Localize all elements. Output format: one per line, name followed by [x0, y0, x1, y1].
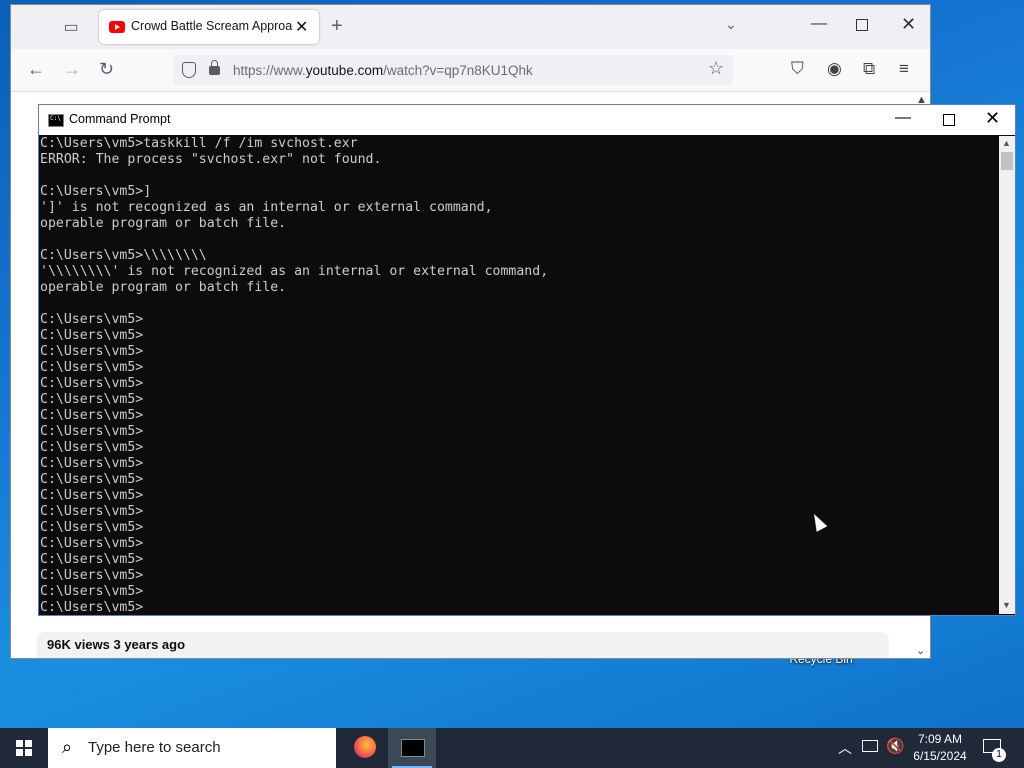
chevron-down-icon[interactable]: ⌄: [725, 16, 737, 33]
minimize-button[interactable]: —: [811, 15, 827, 33]
console-line: C:\Users\vm5>: [40, 600, 144, 614]
menu-icon[interactable]: ≡: [899, 59, 909, 79]
console-line: C:\Users\vm5>: [40, 504, 144, 519]
new-tab-button[interactable]: +: [331, 15, 343, 38]
console-line: C:\Users\vm5>: [40, 456, 144, 471]
console-line: C:\Users\vm5>]: [40, 184, 152, 199]
account-icon[interactable]: ◉: [827, 59, 842, 79]
console-line: C:\Users\vm5>: [40, 488, 144, 503]
console-line: C:\Users\vm5>: [40, 552, 144, 567]
navigation-bar: ← → ↻ https://www.youtube.com/watch?v=qp…: [11, 49, 930, 92]
cmd-scrollbar[interactable]: ▲ ▼: [999, 136, 1015, 614]
tab-list-icon[interactable]: ▭: [61, 17, 81, 37]
forward-icon[interactable]: →: [63, 59, 81, 80]
console-line: C:\Users\vm5>: [40, 472, 144, 487]
scroll-down-icon[interactable]: ⌄: [916, 644, 925, 657]
cmd-icon: [401, 739, 425, 757]
windows-logo-icon: [16, 740, 32, 756]
taskbar-firefox[interactable]: [340, 728, 388, 768]
pocket-icon[interactable]: ⛉: [791, 59, 804, 79]
close-button[interactable]: ✕: [901, 14, 916, 35]
cmd-window-title: Command Prompt: [69, 112, 171, 126]
maximize-button[interactable]: [856, 19, 868, 31]
console-line: C:\Users\vm5>: [40, 408, 144, 423]
console-output[interactable]: C:\Users\vm5>taskkill /f /im svchost.exr…: [40, 136, 998, 614]
console-line: operable program or batch file.: [40, 216, 287, 231]
cmd-maximize-button[interactable]: [943, 114, 955, 126]
chevron-up-icon[interactable]: ︿: [838, 738, 852, 758]
cmd-titlebar[interactable]: Command Prompt — ✕: [39, 105, 1015, 135]
clock-date: 6/15/2024: [913, 749, 967, 763]
console-line: C:\Users\vm5>: [40, 424, 144, 439]
extensions-icon[interactable]: ⧉: [863, 59, 875, 79]
youtube-icon: [109, 21, 125, 33]
lock-icon[interactable]: [209, 60, 220, 75]
firefox-icon: [354, 736, 376, 758]
bookmark-star-icon[interactable]: ☆: [708, 58, 724, 79]
console-line: C:\Users\vm5>: [40, 568, 144, 583]
console-line: '\\\\\\\\' is not recognized as an inter…: [40, 264, 549, 279]
console-line: C:\Users\vm5>: [40, 584, 144, 599]
console-line: C:\Users\vm5>: [40, 392, 144, 407]
taskbar: ⌕ Type here to search ︿ 🔇 7:09 AM 6/15/2…: [0, 728, 1024, 768]
search-icon: ⌕: [62, 737, 73, 757]
console-line: operable program or batch file.: [40, 280, 287, 295]
search-placeholder: Type here to search: [88, 739, 221, 756]
console-line: C:\Users\vm5>taskkill /f /im svchost.exr: [40, 136, 358, 151]
console-line: C:\Users\vm5>: [40, 520, 144, 535]
console-line: ']' is not recognized as an internal or …: [40, 200, 493, 215]
console-line: C:\Users\vm5>: [40, 360, 144, 375]
console-line: C:\Users\vm5>: [40, 344, 144, 359]
tab-close-icon[interactable]: ✕: [295, 17, 308, 37]
tab-strip: ▭ Crowd Battle Scream Approach ✕ + ⌄ — ✕: [11, 5, 930, 49]
clock[interactable]: 7:09 AM 6/15/2024: [908, 731, 972, 765]
volume-muted-icon[interactable]: 🔇: [886, 737, 905, 755]
notification-badge: 1: [992, 748, 1006, 762]
taskbar-command-prompt[interactable]: [388, 728, 436, 768]
start-button[interactable]: [0, 728, 48, 768]
console-line: C:\Users\vm5>: [40, 312, 144, 327]
url-bar[interactable]: https://www.youtube.com/watch?v=qp7n8KU1…: [173, 55, 733, 85]
console-line: C:\Users\vm5>\\\\\\\\: [40, 248, 207, 263]
tab-title: Crowd Battle Scream Approach: [131, 19, 293, 33]
console-line: C:\Users\vm5>: [40, 376, 144, 391]
views-count: 96K views 3 years ago: [47, 637, 186, 652]
url-text[interactable]: https://www.youtube.com/watch?v=qp7n8KU1…: [233, 63, 533, 78]
cmd-app-icon: [48, 114, 64, 127]
tab-youtube[interactable]: Crowd Battle Scream Approach ✕: [99, 10, 319, 44]
scroll-up-icon[interactable]: ▲: [1002, 138, 1011, 148]
console-line: ERROR: The process "svchost.exr" not fou…: [40, 152, 382, 167]
scroll-thumb[interactable]: [1001, 152, 1013, 170]
cmd-close-button[interactable]: ✕: [985, 108, 1000, 129]
cmd-minimize-button[interactable]: —: [895, 109, 911, 127]
network-icon[interactable]: [862, 740, 878, 752]
scroll-down-icon[interactable]: ▼: [1002, 600, 1011, 610]
back-icon[interactable]: ←: [27, 59, 45, 80]
console-line: C:\Users\vm5>: [40, 440, 144, 455]
reload-icon[interactable]: ↻: [99, 59, 114, 80]
clock-time: 7:09 AM: [917, 732, 963, 746]
shield-icon[interactable]: [182, 62, 196, 78]
command-prompt-window: Command Prompt — ✕ C:\Users\vm5>taskkill…: [38, 104, 1016, 616]
console-line: C:\Users\vm5>: [40, 536, 144, 551]
taskbar-search-box[interactable]: ⌕ Type here to search: [48, 728, 336, 768]
console-line: C:\Users\vm5>: [40, 328, 144, 343]
video-description-box[interactable]: 96K views 3 years ago: [37, 632, 889, 658]
